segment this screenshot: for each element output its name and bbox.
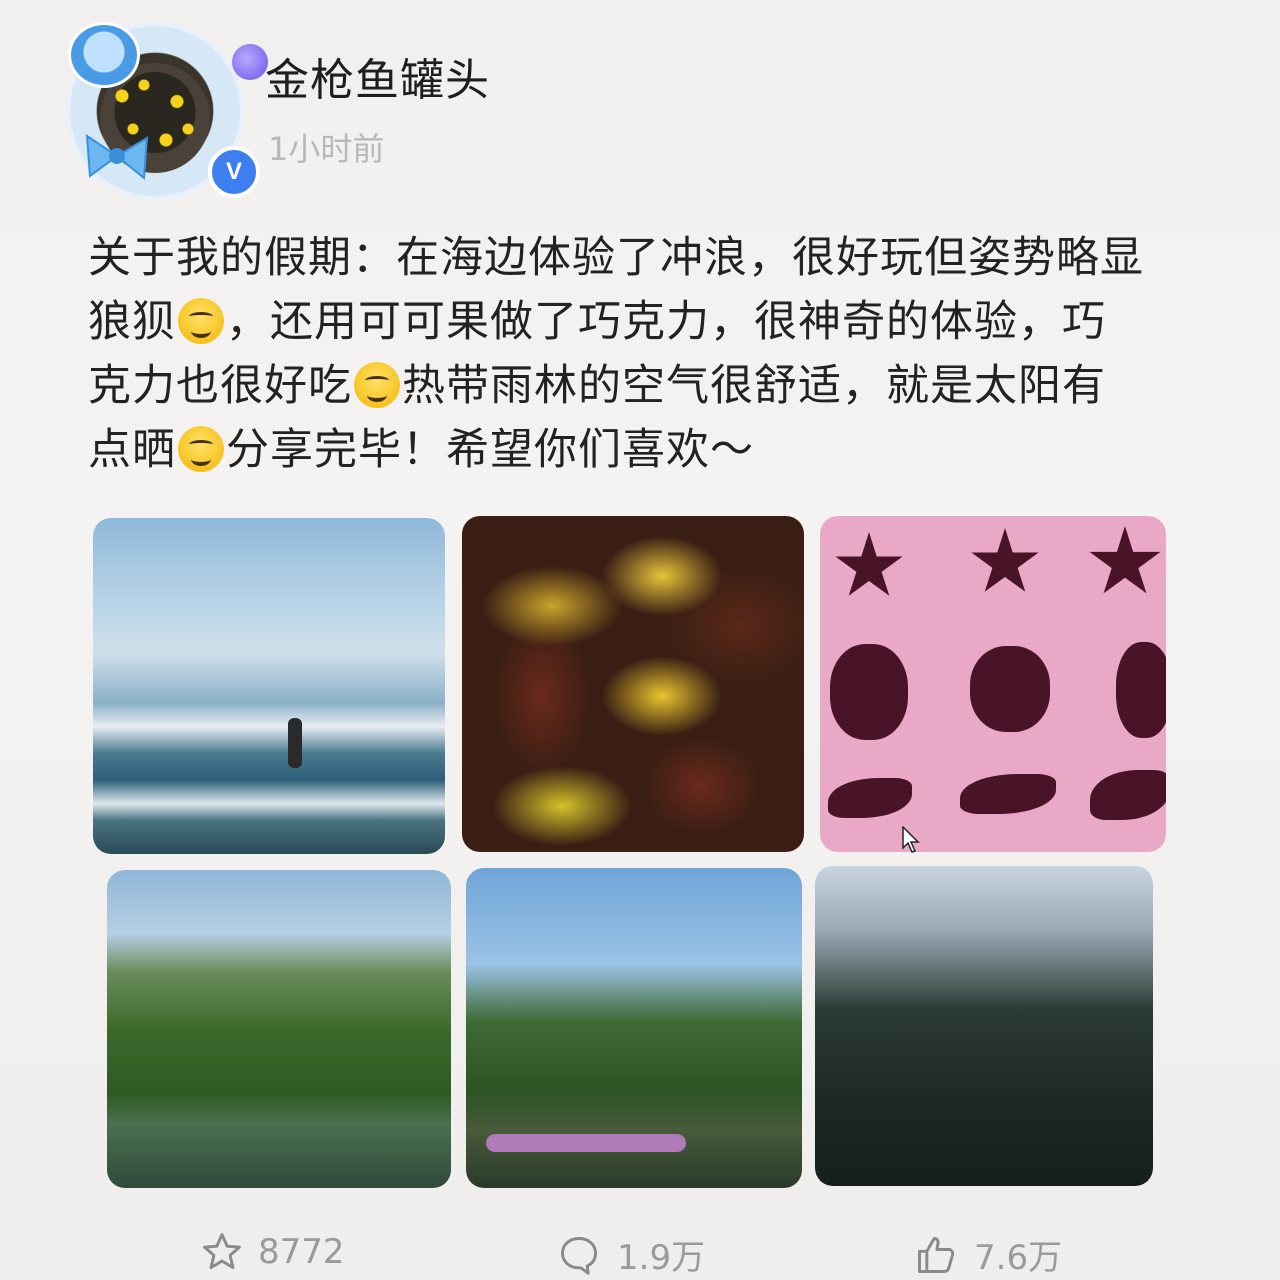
yum-face-emoji-icon	[354, 362, 400, 408]
comment-count: 1.9万	[617, 1238, 706, 1278]
post-text-line: 克力也很好吃 热带雨林的空气很舒适，就是太阳有	[88, 361, 1106, 411]
chocolate-fish	[1090, 770, 1166, 820]
comment-icon	[561, 1236, 597, 1275]
chocolate-star	[1089, 526, 1161, 594]
photo-kayak-river[interactable]	[466, 868, 802, 1188]
kayak	[486, 1134, 686, 1152]
melting-face-emoji-icon	[178, 426, 224, 472]
planet-sticker-icon	[232, 44, 268, 80]
author-name[interactable]: 金枪鱼罐头	[265, 44, 490, 108]
post-time: 1小时前	[268, 130, 385, 168]
penguin-sticker-icon	[68, 22, 140, 88]
photo-palm-trees[interactable]	[815, 866, 1153, 1186]
photo-cacao-pods[interactable]	[462, 516, 804, 852]
like-button[interactable]: 7.6万	[912, 1230, 1062, 1279]
rolling-laughing-emoji-icon	[178, 298, 224, 344]
chocolate-bear	[970, 646, 1050, 732]
post-text-line: 狼狈 ，还用可可果做了巧克力，很神奇的体验，巧	[88, 297, 1106, 347]
photo-surfing[interactable]	[93, 518, 445, 854]
thumbs-up-icon	[918, 1236, 955, 1273]
verified-badge-icon: V	[208, 146, 260, 198]
star-icon	[203, 1233, 241, 1270]
photo-chocolate-shapes[interactable]	[820, 516, 1166, 852]
post-body: 关于我的假期：在海边体验了冲浪，很好玩但姿势略显 狼狈 ，还用可可果做了巧克力，很…	[88, 226, 1188, 482]
chocolate-fish	[960, 774, 1056, 814]
chocolate-fish	[828, 778, 912, 818]
favorite-count: 8772	[258, 1232, 345, 1272]
like-count: 7.6万	[974, 1238, 1063, 1278]
post-card: V 金枪鱼罐头 1小时前 关于我的假期：在海边体验了冲浪，很好玩但姿势略显 狼狈…	[50, 0, 1220, 1280]
screen: V 金枪鱼罐头 1小时前 关于我的假期：在海边体验了冲浪，很好玩但姿势略显 狼狈…	[0, 0, 1280, 1280]
chocolate-star	[971, 528, 1039, 592]
photo-paddleboard-river[interactable]	[107, 870, 451, 1188]
post-text-line: 点晒 分享完毕！希望你们喜欢～	[88, 425, 754, 475]
chocolate-bear	[830, 644, 908, 740]
favorite-button[interactable]: 8772	[200, 1230, 345, 1274]
mouse-cursor-icon	[902, 826, 920, 853]
surfer-figure	[288, 718, 302, 768]
chocolate-bear	[1116, 642, 1166, 738]
bow-icon	[85, 134, 149, 180]
comment-button[interactable]: 1.9万	[555, 1230, 705, 1279]
avatar[interactable]: V	[60, 8, 268, 198]
chocolate-star	[835, 532, 903, 596]
post-text-line: 关于我的假期：在海边体验了冲浪，很好玩但姿势略显	[88, 233, 1144, 283]
